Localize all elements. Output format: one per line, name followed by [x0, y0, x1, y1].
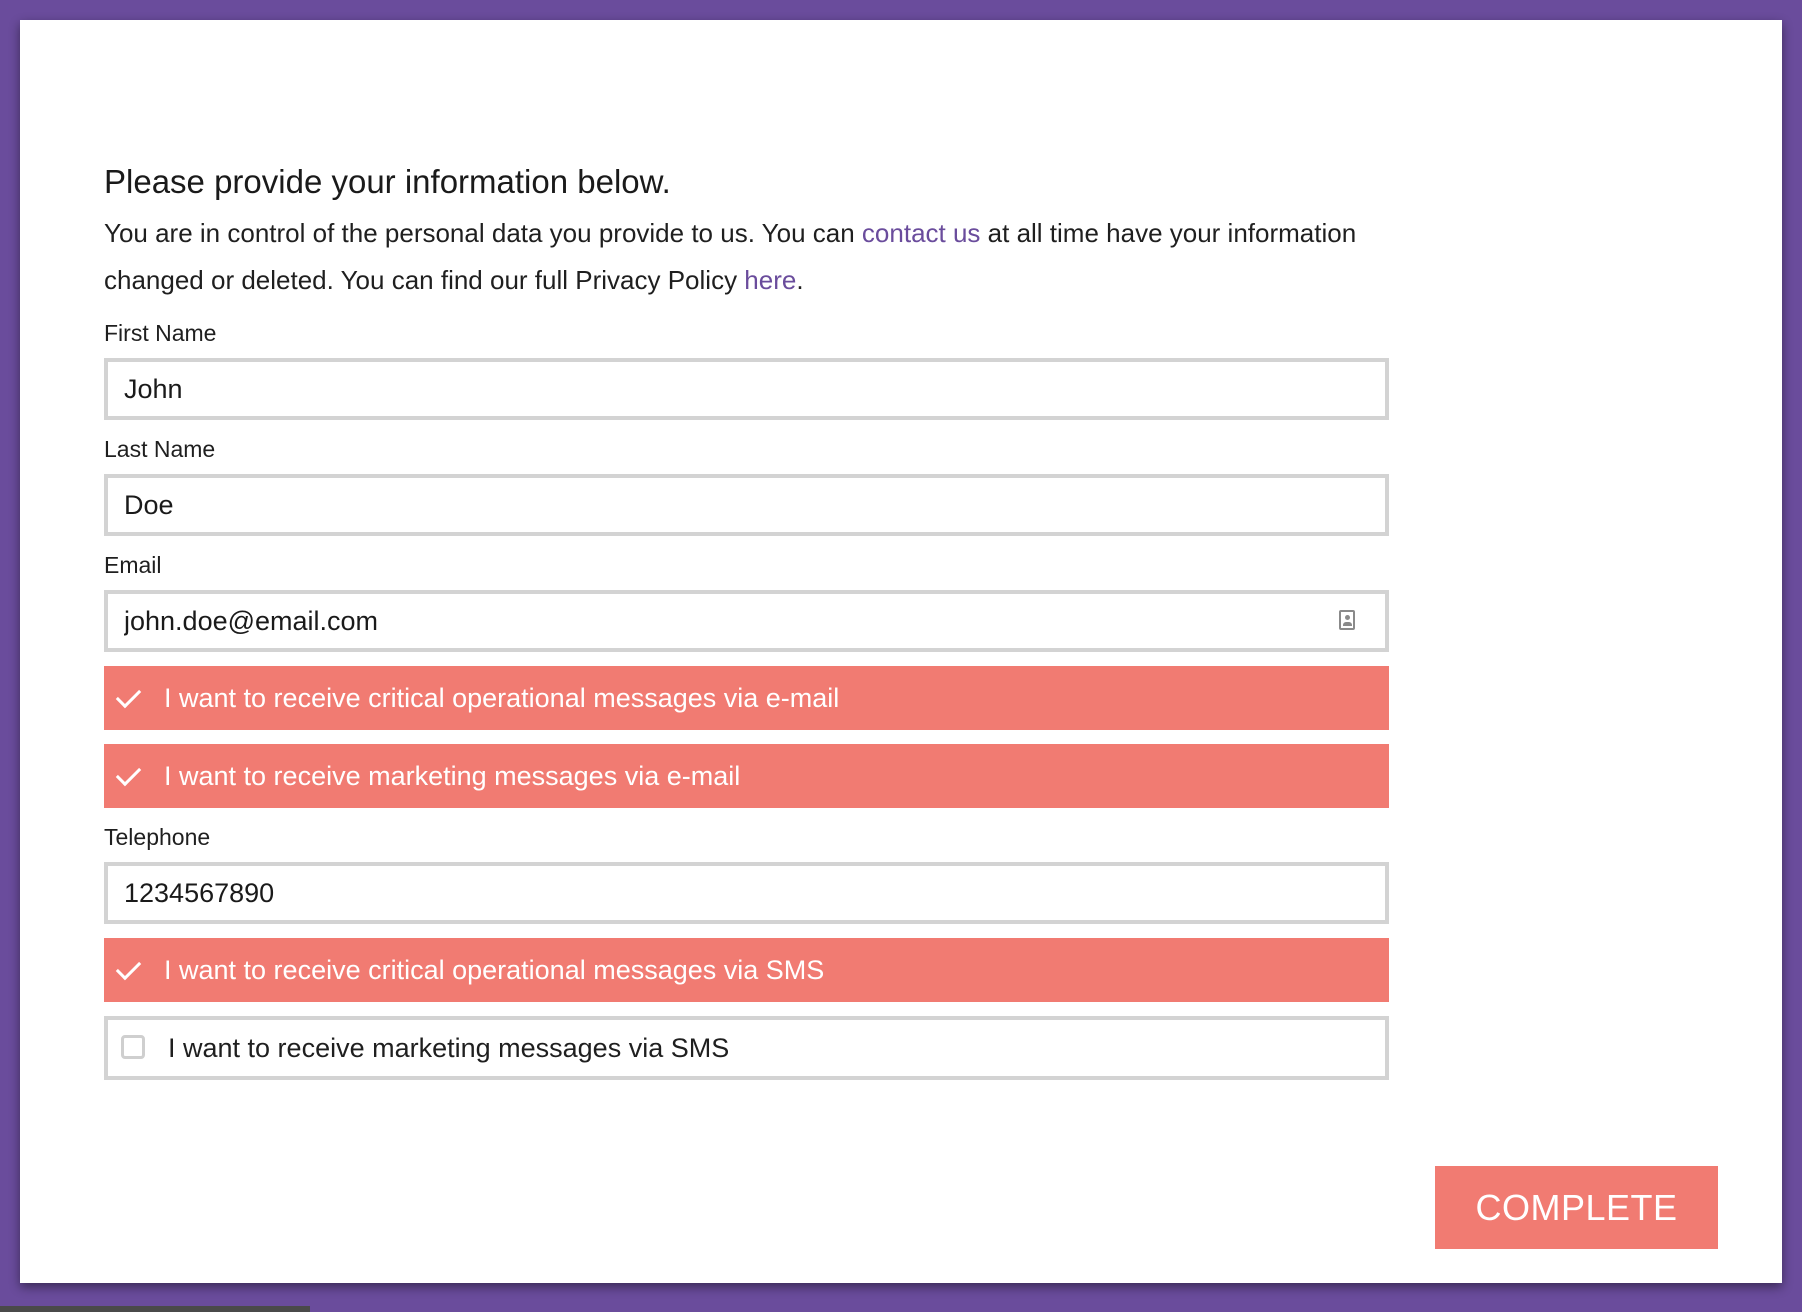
telephone-input[interactable]	[108, 866, 1385, 920]
checkmark-icon	[104, 938, 164, 1002]
intro-text-part3: .	[796, 265, 804, 295]
form-content: Please provide your information below. Y…	[104, 160, 1389, 1080]
email-field-wrap	[104, 590, 1389, 652]
email-label: Email	[104, 552, 162, 578]
checkmark-icon	[104, 666, 164, 730]
first-name-input[interactable]	[108, 362, 1385, 416]
last-name-label: Last Name	[104, 436, 216, 462]
intro-text-part1: You are in control of the personal data …	[104, 218, 862, 248]
email-marketing-consent-label: I want to receive marketing messages via…	[164, 760, 741, 791]
sms-operational-consent[interactable]: I want to receive critical operational m…	[104, 938, 1389, 1002]
checkmark-icon	[104, 744, 164, 808]
email-operational-consent-label: I want to receive critical operational m…	[164, 682, 840, 713]
last-name-field-wrap	[104, 474, 1389, 536]
intro-text: You are in control of the personal data …	[104, 210, 1389, 304]
first-name-label: First Name	[104, 320, 217, 346]
telephone-label: Telephone	[104, 824, 211, 850]
email-operational-consent[interactable]: I want to receive critical operational m…	[104, 666, 1389, 730]
privacy-policy-link[interactable]: here	[744, 265, 796, 295]
complete-button[interactable]: COMPLETE	[1435, 1166, 1718, 1249]
form-heading: Please provide your information below.	[104, 163, 671, 200]
sms-marketing-consent[interactable]: I want to receive marketing messages via…	[104, 1016, 1389, 1080]
form-card: Please provide your information below. Y…	[20, 20, 1782, 1283]
contact-us-link[interactable]: contact us	[862, 218, 981, 248]
bottom-scroll-indicator	[0, 1306, 310, 1312]
first-name-field-wrap	[104, 358, 1389, 420]
sms-operational-consent-label: I want to receive critical operational m…	[164, 954, 825, 985]
checkbox-icon	[108, 1020, 168, 1076]
email-marketing-consent[interactable]: I want to receive marketing messages via…	[104, 744, 1389, 808]
email-input[interactable]	[108, 594, 1385, 648]
telephone-field-wrap	[104, 862, 1389, 924]
contact-card-icon[interactable]	[1339, 610, 1355, 630]
last-name-input[interactable]	[108, 478, 1385, 532]
sms-marketing-consent-label: I want to receive marketing messages via…	[168, 1032, 730, 1063]
